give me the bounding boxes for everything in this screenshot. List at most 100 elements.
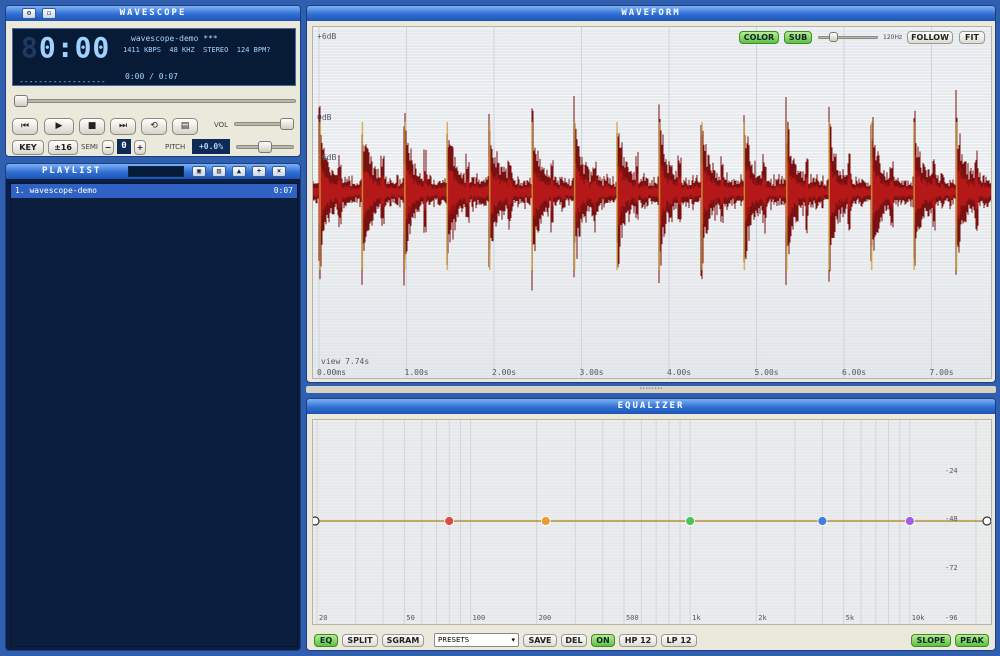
time-tick-label: 0.00ms	[317, 368, 346, 377]
eq-freq-tick-label: 5k	[845, 614, 855, 622]
repeat-button[interactable]: ⟲	[141, 118, 167, 135]
waveform-title: WAVEFORM	[621, 8, 681, 18]
delete-preset-button[interactable]: DEL	[561, 634, 587, 647]
split-button[interactable]: SPLIT	[342, 634, 378, 647]
eject-button[interactable]: ▤	[172, 118, 198, 135]
eq-node	[685, 516, 696, 526]
list-item[interactable]: 1. wavescope-demo 0:07	[11, 184, 297, 198]
play-icon: ▶	[55, 121, 63, 131]
eq-db-tick-label: -48	[945, 515, 958, 523]
play-button[interactable]: ▶	[44, 118, 74, 135]
sub-freq-slider[interactable]	[818, 36, 878, 39]
time-tick-label: 1.00s	[404, 368, 429, 377]
semi-plus-button[interactable]: +	[134, 140, 146, 155]
slope-button[interactable]: SLOPE	[911, 634, 951, 647]
key-range-button[interactable]: ±16	[48, 140, 78, 155]
eq-freq-tick-label: 10k	[911, 614, 925, 622]
dashes: ------------------	[19, 77, 106, 86]
delete-playlist-icon[interactable]: ▥	[212, 166, 226, 177]
stop-button[interactable]: ■	[79, 118, 105, 135]
eq-freq-tick-label: 100	[472, 614, 486, 622]
key-button[interactable]: KEY	[12, 140, 44, 155]
volume-handle[interactable]	[280, 118, 294, 130]
eq-freq-tick-label: 200	[538, 614, 552, 622]
next-icon: ⏭	[118, 121, 128, 131]
equalizer-titlebar: EQUALIZER	[307, 399, 995, 414]
save-preset-button[interactable]: SAVE	[523, 634, 557, 647]
eq-freq-tick-label: 2k	[758, 614, 767, 622]
seek-bar[interactable]	[14, 99, 296, 103]
move-up-icon[interactable]: ▲	[232, 166, 246, 177]
db-label-zero: 0dB	[317, 113, 332, 122]
eq-node	[444, 516, 455, 526]
eq-node	[817, 516, 828, 526]
time-tick-label: 4.00s	[667, 368, 692, 377]
list-item-duration: 0:07	[273, 186, 293, 195]
vol-label: VOL	[214, 121, 229, 129]
eq-left-handle	[313, 516, 320, 526]
pitch-value: +0.0%	[192, 139, 230, 154]
eq-freq-tick-label: 1k	[692, 614, 701, 622]
sub-freq-handle[interactable]	[829, 32, 838, 42]
equalizer-window: EQUALIZER 20 50 100 200 500 1k 2k 5k 10k -24 -48 -…	[306, 398, 996, 651]
chevron-down-icon: ▾	[511, 636, 515, 644]
time-tick-label: 3.00s	[579, 368, 604, 377]
panel-splitter[interactable]: ••••••••	[306, 386, 996, 393]
eq-db-tick-label: -72	[945, 563, 958, 572]
pitch-label: PITCH	[165, 143, 186, 151]
waveform-canvas[interactable]: +6dB 0dB -6dB view 7.74s 0.00ms 1.00s 2.00…	[312, 26, 992, 379]
semi-minus-button[interactable]: −	[102, 140, 114, 155]
fit-button[interactable]: FIT	[959, 31, 985, 44]
track-specs: 1411 KBPS 48 KHZ STEREO 124 BPM?	[123, 46, 271, 54]
time-display: 80:00	[21, 31, 111, 64]
remove-icon[interactable]: ×	[272, 166, 286, 177]
eq-freq-tick-label: 500	[626, 614, 639, 622]
sgram-button[interactable]: SGRAM	[382, 634, 424, 647]
equalizer-title: EQUALIZER	[617, 401, 685, 411]
eq-plot	[313, 420, 991, 624]
peak-button[interactable]: PEAK	[955, 634, 989, 647]
time-tick-label: 6.00s	[842, 368, 867, 377]
stop-icon: ■	[87, 121, 97, 131]
eq-node	[540, 516, 551, 526]
color-button[interactable]: COLOR	[739, 31, 779, 44]
playlist-titlebar: PLAYLIST ▣ ▥ ▲ + ×	[6, 164, 300, 179]
prev-button[interactable]: ⏮	[12, 118, 38, 135]
player-settings-icon[interactable]: ⚙	[22, 8, 36, 19]
freq-label: 120Hz	[883, 34, 903, 41]
save-playlist-icon[interactable]: ▣	[192, 166, 206, 177]
playlist-search-input[interactable]	[128, 166, 184, 177]
semi-value: 0	[117, 139, 131, 154]
pitch-handle[interactable]	[258, 141, 272, 153]
lp-filter-button[interactable]: LP 12	[661, 634, 697, 647]
eject-icon: ▤	[180, 121, 190, 131]
sub-button[interactable]: SUB	[784, 31, 812, 44]
player-minimize-icon[interactable]: ◻	[42, 8, 56, 19]
next-button[interactable]: ⏭	[110, 118, 136, 135]
eq-db-tick-label: -24	[945, 466, 958, 475]
splitter-grip: ••••••••	[639, 386, 663, 392]
playlist-window: PLAYLIST ▣ ▥ ▲ + × 1. wavescope-demo 0:0…	[5, 163, 301, 651]
player-titlebar: ⚙ ◻ WAVESCOPE	[6, 6, 300, 21]
player-title: WAVESCOPE	[119, 8, 187, 18]
db-label-minus6: -6dB	[317, 153, 337, 162]
seek-handle[interactable]	[14, 95, 28, 107]
eq-button[interactable]: EQ	[314, 634, 338, 647]
presets-select[interactable]: PRESETS ▾	[434, 633, 519, 647]
player-display: 80:00 wavescope-demo *** 1411 KBPS 48 KH…	[12, 28, 296, 86]
eq-freq-tick-label: 50	[406, 614, 415, 622]
add-icon[interactable]: +	[252, 166, 266, 177]
playlist-list: 1. wavescope-demo 0:07	[10, 183, 298, 647]
eq-node	[904, 516, 915, 526]
eq-freq-tick-label: 20	[319, 614, 328, 622]
position-text: 0:00 / 0:07	[125, 72, 178, 81]
db-label-plus6: +6dB	[317, 32, 337, 41]
eq-canvas[interactable]: 20 50 100 200 500 1k 2k 5k 10k -24 -48 -72 -96	[312, 419, 992, 625]
time-tick-label: 7.00s	[929, 368, 954, 377]
playlist-title: PLAYLIST	[42, 166, 102, 176]
eq-on-button[interactable]: ON	[591, 634, 615, 647]
hp-filter-button[interactable]: HP 12	[619, 634, 657, 647]
list-item-label: 1. wavescope-demo	[15, 186, 97, 195]
presets-value: PRESETS	[438, 636, 470, 644]
follow-button[interactable]: FOLLOW	[907, 31, 953, 44]
